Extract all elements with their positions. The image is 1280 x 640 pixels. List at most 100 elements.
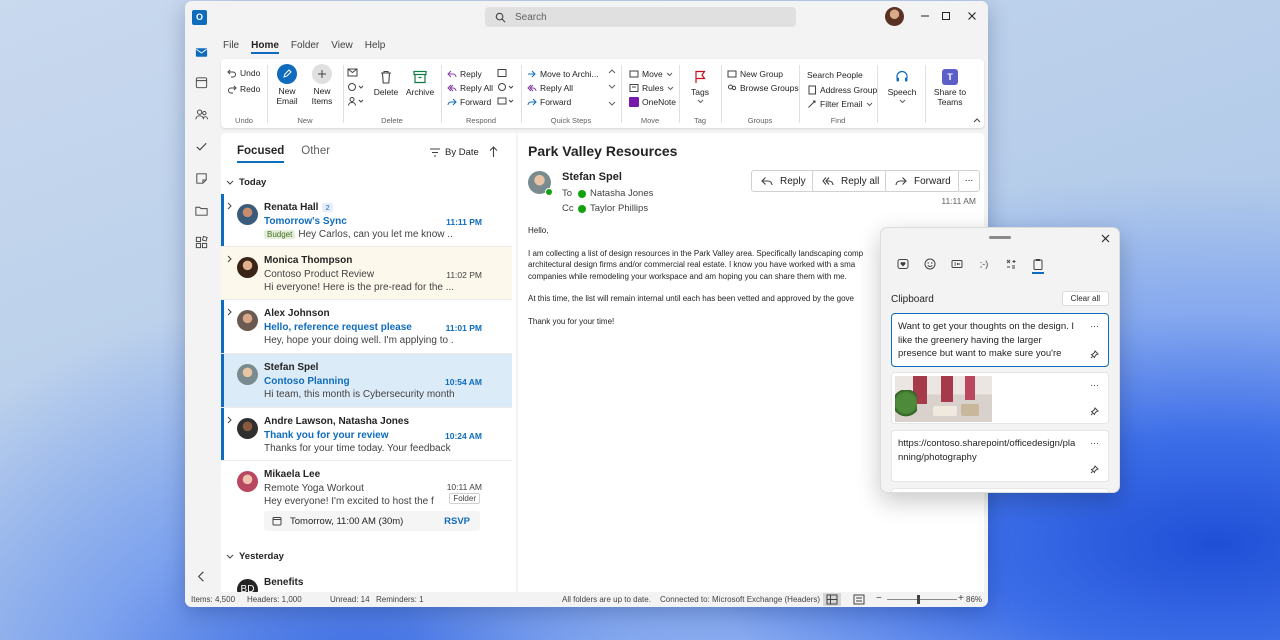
share-to-teams-button[interactable]: T Share to Teams	[931, 69, 969, 107]
chevron-right-icon[interactable]	[227, 416, 233, 424]
pin-icon[interactable]	[1090, 465, 1099, 474]
menu-file[interactable]: File	[223, 40, 239, 54]
reply-all-ribbon-button[interactable]: Reply All	[447, 83, 493, 93]
list-item-selected[interactable]: Stefan Spel Contoso Planning 10:54 AM Hi…	[221, 354, 512, 408]
list-item[interactable]: Mikaela Lee Remote Yoga Workout 10:11 AM…	[221, 461, 512, 541]
undo-button[interactable]: Undo	[227, 68, 260, 78]
emoji-icon[interactable]	[924, 258, 936, 270]
account-avatar[interactable]	[885, 7, 904, 26]
list-item[interactable]: Renata Hall 2 Tomorrow's Sync 11:11 PM Bu…	[221, 194, 512, 247]
sort-arrow-icon[interactable]	[489, 146, 498, 158]
cc-recipient[interactable]: Taylor Phillips	[590, 203, 648, 214]
mail-read-icon[interactable]	[347, 68, 358, 77]
maximize-button[interactable]	[939, 9, 953, 23]
reading-view-icon[interactable]	[853, 594, 865, 605]
rail-folders[interactable]	[194, 203, 209, 218]
new-items-button[interactable]: New Items	[307, 64, 337, 106]
gif-icon[interactable]	[951, 258, 963, 270]
rail-mail[interactable]	[194, 45, 209, 60]
normal-view-icon[interactable]	[823, 593, 841, 606]
sender-name[interactable]: Stefan Spel	[562, 171, 622, 183]
onenote-button[interactable]: OneNote	[629, 97, 676, 107]
rsvp-button[interactable]: RSVP	[444, 516, 470, 527]
menu-help[interactable]: Help	[365, 40, 386, 54]
chevron-right-icon[interactable]	[227, 255, 233, 263]
new-group-button[interactable]: New Group	[727, 69, 783, 79]
reply-button[interactable]: Reply	[751, 170, 816, 192]
recent-heart-icon[interactable]	[897, 258, 909, 270]
rail-notes[interactable]	[194, 171, 209, 186]
more-icon[interactable]: ···	[1090, 437, 1099, 451]
sort-control[interactable]: By Date	[430, 146, 498, 158]
im-dropdown-icon[interactable]	[497, 82, 515, 92]
list-item[interactable]: Monica Thompson Contoso Product Review 1…	[221, 247, 512, 300]
chevron-right-icon[interactable]	[227, 308, 233, 316]
zoom-out-button[interactable]: −	[876, 593, 882, 604]
status-reminders[interactable]: Reminders: 1	[376, 595, 424, 604]
menu-home[interactable]: Home	[251, 40, 279, 54]
zoom-slider-thumb[interactable]	[917, 595, 920, 604]
forward-button[interactable]: Forward	[885, 170, 961, 192]
rail-calendar[interactable]	[194, 75, 209, 90]
archive-button[interactable]: Archive	[405, 69, 435, 97]
reply-ribbon-button[interactable]: Reply	[447, 69, 482, 79]
person-dropdown-icon[interactable]	[347, 96, 365, 106]
filter-email-button[interactable]: Filter Email	[807, 99, 873, 109]
forward-ribbon-button[interactable]: Forward	[447, 97, 491, 107]
zoom-level[interactable]: 86%	[966, 595, 982, 604]
rail-todo[interactable]	[194, 139, 209, 154]
zoom-slider[interactable]	[887, 595, 957, 604]
move-button[interactable]: Move	[629, 69, 673, 79]
quick-step-archive[interactable]: Move to Archi...	[527, 69, 599, 79]
rail-people[interactable]	[194, 107, 209, 122]
collapse-ribbon-icon[interactable]	[973, 117, 981, 123]
more-icon[interactable]: ···	[1090, 320, 1099, 334]
more-icon[interactable]: ···	[1090, 379, 1099, 393]
chevron-right-icon[interactable]	[227, 202, 233, 210]
menu-view[interactable]: View	[331, 40, 353, 54]
delete-button[interactable]: Delete	[373, 69, 399, 97]
more-actions-button[interactable]: ...	[958, 170, 980, 192]
zoom-in-button[interactable]: +	[958, 593, 964, 604]
clipboard-item[interactable]: ···	[891, 372, 1109, 424]
list-item[interactable]: Andre Lawson, Natasha Jones Thank you fo…	[221, 408, 512, 461]
tag-dropdown-icon[interactable]	[347, 82, 365, 92]
kaomoji-icon[interactable]: ;-)	[978, 258, 990, 270]
redo-button[interactable]: Redo	[227, 84, 260, 94]
to-recipient[interactable]: Natasha Jones	[590, 188, 653, 199]
quick-steps-scroll-icon[interactable]	[608, 68, 616, 108]
pin-icon[interactable]	[1090, 350, 1099, 359]
quick-step-forward[interactable]: Forward	[527, 97, 571, 107]
rail-apps[interactable]	[194, 235, 209, 250]
clipboard-item[interactable]: Want to get your thoughts on the design.…	[891, 313, 1109, 367]
new-email-button[interactable]: New Email	[273, 64, 301, 106]
more-respond-dropdown-icon[interactable]	[497, 96, 515, 106]
speech-button[interactable]: Speech	[885, 69, 919, 104]
quick-step-reply-all[interactable]: Reply All	[527, 83, 573, 93]
rules-button[interactable]: Rules	[629, 83, 674, 93]
tab-focused[interactable]: Focused	[237, 145, 285, 163]
close-icon[interactable]	[1101, 234, 1110, 243]
reply-all-button[interactable]: Reply all	[812, 170, 890, 192]
drag-handle[interactable]	[989, 236, 1011, 239]
list-item[interactable]: Alex Johnson Hello, reference request pl…	[221, 300, 512, 354]
tab-other[interactable]: Other	[301, 145, 330, 163]
group-header-today[interactable]: Today	[226, 177, 266, 188]
tags-button[interactable]: Tags	[687, 69, 713, 104]
browse-groups-button[interactable]: Browse Groups	[727, 83, 799, 93]
minimize-button[interactable]	[918, 9, 932, 23]
close-button[interactable]	[965, 9, 979, 23]
meeting-icon[interactable]	[497, 68, 507, 78]
search-input[interactable]: Search	[485, 7, 796, 27]
pin-icon[interactable]	[1090, 407, 1099, 416]
clear-all-button[interactable]: Clear all	[1061, 291, 1109, 306]
symbols-icon[interactable]	[1005, 258, 1017, 270]
rail-collapse[interactable]	[194, 569, 209, 584]
event-card[interactable]: Tomorrow, 11:00 AM (30m) RSVP	[264, 511, 480, 531]
clipboard-item-partial[interactable]	[891, 488, 1109, 492]
clipboard-icon[interactable]	[1032, 258, 1044, 274]
address-book-button[interactable]: Address Group	[807, 85, 877, 95]
menu-folder[interactable]: Folder	[291, 40, 319, 54]
clipboard-item[interactable]: https://contoso.sharepoint/officedesign/…	[891, 430, 1109, 482]
group-header-yesterday[interactable]: Yesterday	[226, 551, 284, 562]
